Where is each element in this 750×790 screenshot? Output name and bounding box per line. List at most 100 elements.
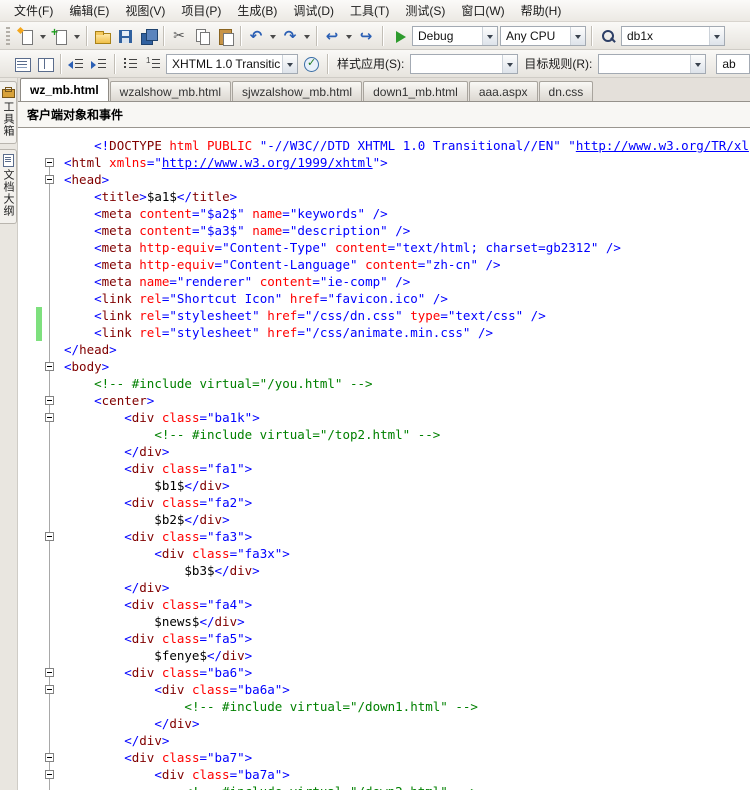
find-combo[interactable]: db1x — [621, 26, 725, 46]
outdent-icon[interactable] — [65, 53, 87, 75]
code-line-text[interactable]: </div> — [58, 579, 750, 596]
collapse-region-icon[interactable] — [45, 413, 54, 422]
paste-icon[interactable] — [214, 25, 236, 47]
code-line-text[interactable]: </head> — [58, 341, 750, 358]
code-line-text[interactable]: <div class="ba6"> — [58, 664, 750, 681]
validate-doctype-icon[interactable] — [300, 53, 322, 75]
code-line[interactable]: <meta http-equiv="Content-Type" content=… — [18, 239, 750, 256]
code-line-text[interactable]: $fenye$</div> — [58, 647, 750, 664]
chevron-down-icon[interactable] — [72, 25, 82, 47]
menu-item[interactable]: 帮助(H) — [513, 0, 570, 22]
collapse-region-icon[interactable] — [45, 362, 54, 371]
code-line[interactable]: <link rel="stylesheet" href="/css/animat… — [18, 324, 750, 341]
style-apply-combo[interactable] — [410, 54, 518, 74]
code-line-text[interactable]: <link rel="stylesheet" href="/css/animat… — [58, 324, 750, 341]
code-line[interactable]: <!-- #include virtual="/top2.html" --> — [18, 426, 750, 443]
code-line-text[interactable]: <html xmlns="http://www.w3.org/1999/xhtm… — [58, 154, 750, 171]
code-line[interactable]: <head> — [18, 171, 750, 188]
code-line[interactable]: <div class="fa2"> — [18, 494, 750, 511]
code-line[interactable]: $news$</div> — [18, 613, 750, 630]
view-code-icon[interactable] — [11, 53, 33, 75]
code-line[interactable]: $fenye$</div> — [18, 647, 750, 664]
numbered-list-icon[interactable] — [142, 53, 164, 75]
code-line[interactable]: <meta http-equiv="Content-Language" cont… — [18, 256, 750, 273]
code-line-text[interactable]: <title>$a1$</title> — [58, 188, 750, 205]
code-line[interactable]: <!-- #include virtual="/down1.html" --> — [18, 698, 750, 715]
code-editor[interactable]: <!DOCTYPE html PUBLIC "-//W3C//DTD XHTML… — [18, 128, 750, 790]
code-line[interactable]: <meta content="$a2$" name="keywords" /> — [18, 205, 750, 222]
code-line-text[interactable]: <link rel="stylesheet" href="/css/dn.css… — [58, 307, 750, 324]
code-line[interactable]: <div class="fa5"> — [18, 630, 750, 647]
open-folder-icon[interactable] — [91, 25, 113, 47]
code-line-text[interactable]: <div class="fa5"> — [58, 630, 750, 647]
navigate-back-icon[interactable] — [321, 25, 343, 47]
code-line[interactable]: </div> — [18, 579, 750, 596]
code-line-text[interactable]: </div> — [58, 732, 750, 749]
document-tab[interactable]: aaa.aspx — [469, 81, 538, 101]
redo-icon[interactable] — [279, 25, 301, 47]
code-line-text[interactable]: <!-- #include virtual="/down2.html" --> — [58, 783, 750, 790]
chevron-down-icon[interactable] — [690, 55, 705, 73]
add-item-icon[interactable] — [49, 25, 71, 47]
code-line[interactable]: <meta name="renderer" content="ie-comp" … — [18, 273, 750, 290]
toolbar-grip[interactable] — [6, 27, 10, 45]
menu-item[interactable]: 测试(S) — [397, 0, 453, 22]
code-line-text[interactable]: <body> — [58, 358, 750, 375]
target-rule-combo[interactable] — [598, 54, 706, 74]
code-line[interactable]: <div class="fa4"> — [18, 596, 750, 613]
code-line-text[interactable]: </div> — [58, 443, 750, 460]
code-line[interactable]: <title>$a1$</title> — [18, 188, 750, 205]
menu-item[interactable]: 视图(V) — [117, 0, 173, 22]
side-tab[interactable]: 文档大纲 — [0, 149, 17, 224]
code-line-text[interactable]: <meta http-equiv="Content-Language" cont… — [58, 256, 750, 273]
save-all-icon[interactable] — [137, 25, 159, 47]
find-icon[interactable] — [597, 25, 619, 47]
code-line[interactable]: <meta content="$a3$" name="description" … — [18, 222, 750, 239]
code-line-text[interactable]: <div class="fa3"> — [58, 528, 750, 545]
code-line-text[interactable]: <div class="ba6a"> — [58, 681, 750, 698]
code-line[interactable]: </head> — [18, 341, 750, 358]
side-tab[interactable]: 工具箱 — [0, 81, 17, 144]
new-item-icon[interactable] — [15, 25, 37, 47]
code-line-text[interactable]: <div class="fa1"> — [58, 460, 750, 477]
chevron-down-icon[interactable] — [282, 55, 297, 73]
code-line-text[interactable]: <head> — [58, 171, 750, 188]
code-line[interactable]: <div class="ba7a"> — [18, 766, 750, 783]
code-line[interactable]: <!-- #include virtual="/you.html" --> — [18, 375, 750, 392]
code-line-text[interactable]: <div class="fa4"> — [58, 596, 750, 613]
copy-icon[interactable] — [191, 25, 213, 47]
code-line-text[interactable]: <link rel="Shortcut Icon" href="favicon.… — [58, 290, 750, 307]
document-tab[interactable]: wz_mb.html — [20, 78, 109, 101]
menu-item[interactable]: 项目(P) — [173, 0, 229, 22]
clipped-toolbar-combo[interactable]: ab — [716, 54, 750, 74]
collapse-region-icon[interactable] — [45, 396, 54, 405]
code-line-text[interactable]: <div class="fa3x"> — [58, 545, 750, 562]
menu-item[interactable]: 文件(F) — [6, 0, 61, 22]
code-line-text[interactable]: $b2$</div> — [58, 511, 750, 528]
chevron-down-icon[interactable] — [38, 25, 48, 47]
document-tab[interactable]: dn.css — [539, 81, 594, 101]
code-line[interactable]: $b2$</div> — [18, 511, 750, 528]
code-line[interactable]: <div class="ba6a"> — [18, 681, 750, 698]
code-line-text[interactable]: <div class="ba1k"> — [58, 409, 750, 426]
menu-item[interactable]: 工具(T) — [342, 0, 397, 22]
chevron-down-icon[interactable] — [502, 55, 517, 73]
document-tab[interactable]: wzalshow_mb.html — [110, 81, 231, 101]
chevron-down-icon[interactable] — [302, 25, 312, 47]
code-line-text[interactable]: <center> — [58, 392, 750, 409]
chevron-down-icon[interactable] — [709, 27, 724, 45]
undo-icon[interactable] — [245, 25, 267, 47]
save-icon[interactable] — [114, 25, 136, 47]
code-line[interactable]: <center> — [18, 392, 750, 409]
code-line-text[interactable]: $news$</div> — [58, 613, 750, 630]
document-tab[interactable]: down1_mb.html — [363, 81, 468, 101]
code-line[interactable]: <link rel="Shortcut Icon" href="favicon.… — [18, 290, 750, 307]
code-line-text[interactable]: <meta content="$a2$" name="keywords" /> — [58, 205, 750, 222]
code-line-text[interactable]: <!-- #include virtual="/top2.html" --> — [58, 426, 750, 443]
editor-navigation-bar[interactable]: 客户端对象和事件 — [18, 102, 750, 128]
chevron-down-icon[interactable] — [268, 25, 278, 47]
chevron-down-icon[interactable] — [570, 27, 585, 45]
code-line[interactable]: <html xmlns="http://www.w3.org/1999/xhtm… — [18, 154, 750, 171]
collapse-region-icon[interactable] — [45, 158, 54, 167]
code-line-text[interactable]: <!-- #include virtual="/down1.html" --> — [58, 698, 750, 715]
